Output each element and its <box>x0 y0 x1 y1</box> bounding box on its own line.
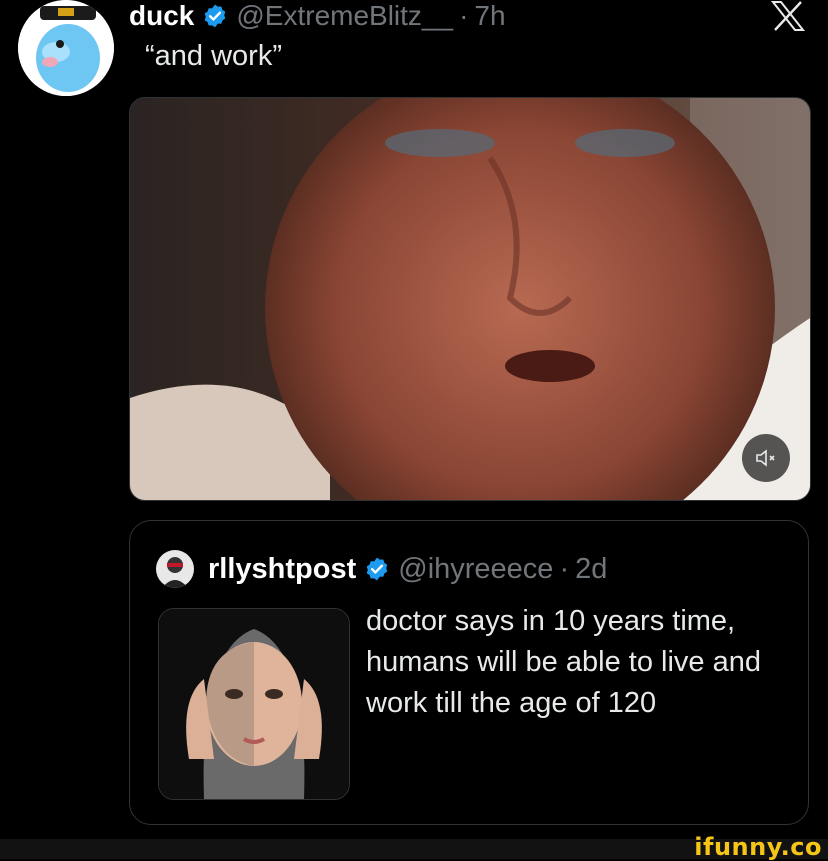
mute-icon <box>756 449 775 467</box>
video-frame <box>130 98 810 500</box>
verified-badge-icon <box>205 4 226 28</box>
mute-button[interactable] <box>742 434 790 482</box>
author-handle[interactable]: @ExtremeBlitz__ <box>236 0 453 32</box>
quoted-avatar[interactable] <box>156 550 194 588</box>
quoted-post[interactable]: rllyshtpost @ihyreeece · 2d doctor says … <box>129 520 809 825</box>
author-avatar[interactable] <box>18 0 114 96</box>
x-logo-icon[interactable] <box>770 0 806 32</box>
verified-badge-icon <box>366 557 388 581</box>
post-header: duck @ExtremeBlitz__ · 7h <box>129 0 506 34</box>
quoted-timestamp[interactable]: 2d <box>575 553 607 586</box>
quoted-author-name[interactable]: rllyshtpost <box>208 553 356 586</box>
author-name[interactable]: duck <box>129 0 194 32</box>
post-text: “and work” <box>145 40 282 72</box>
post-timestamp[interactable]: 7h <box>474 0 505 32</box>
ifunny-watermark: ifunny.co <box>694 833 822 861</box>
quoted-text: doctor says in 10 years time, humans wil… <box>366 605 761 719</box>
post-video[interactable] <box>129 97 811 501</box>
quoted-header: rllyshtpost @ihyreeece · 2d <box>156 547 607 591</box>
quoted-image[interactable] <box>158 608 350 800</box>
separator-dot: · <box>559 552 570 585</box>
quoted-author-handle[interactable]: @ihyreeece <box>398 553 553 586</box>
separator-dot: · <box>459 0 469 31</box>
